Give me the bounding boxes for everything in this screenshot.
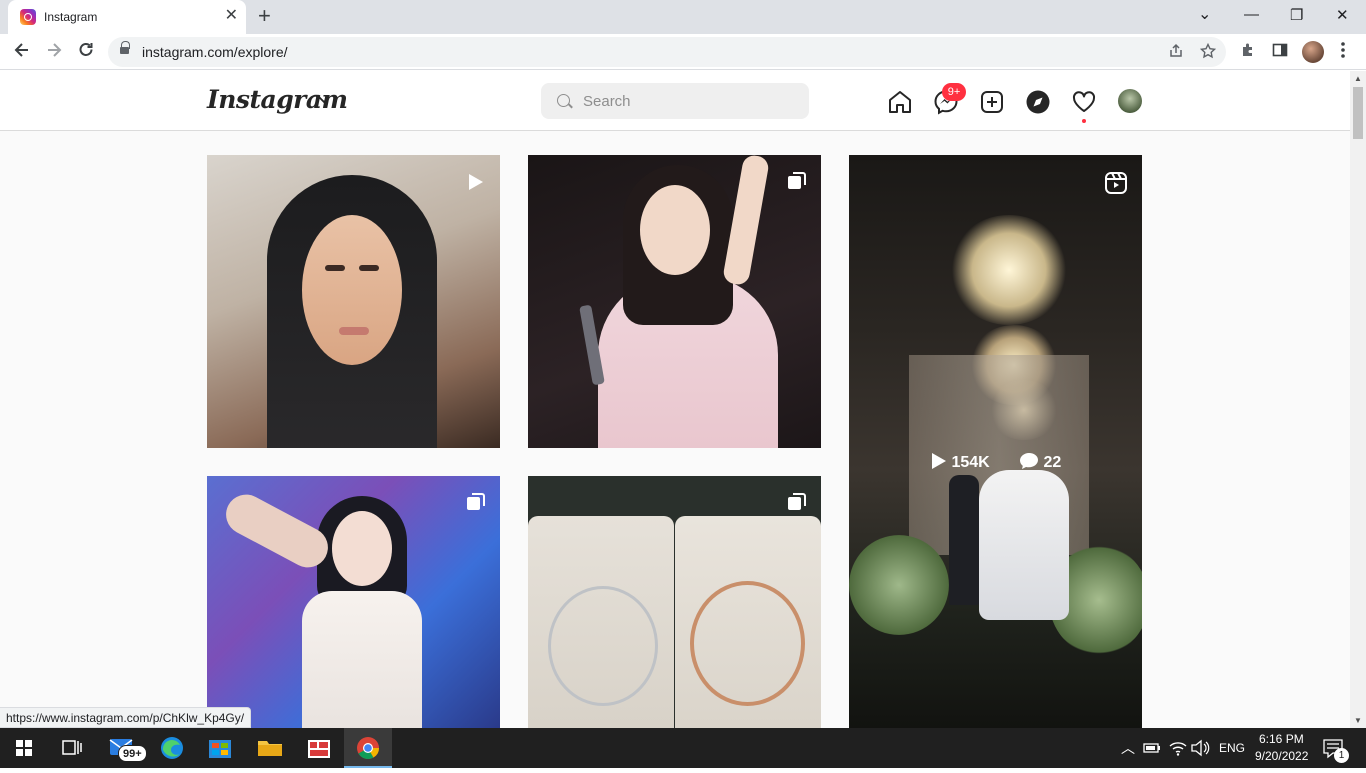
- link-status-bubble: https://www.instagram.com/p/ChKlw_Kp4Gy/: [0, 707, 252, 728]
- forward-icon[interactable]: [44, 40, 64, 65]
- browser-tab[interactable]: Instagram ✕: [8, 0, 246, 34]
- comments-count: 22: [1019, 452, 1061, 472]
- lock-icon[interactable]: [120, 41, 130, 56]
- restore-button[interactable]: ❐: [1290, 6, 1303, 24]
- explore-post-1[interactable]: [207, 155, 500, 448]
- clock-date[interactable]: 9/20/2022: [1255, 749, 1308, 763]
- start-button[interactable]: [0, 728, 48, 768]
- page-scrollbar[interactable]: ▲ ▼: [1350, 71, 1366, 728]
- views-count-label: 154K: [951, 454, 990, 471]
- scroll-down-arrow-icon[interactable]: ▼: [1354, 716, 1362, 725]
- scrollbar-thumb[interactable]: [1353, 87, 1363, 139]
- carousel-icon: [466, 492, 486, 517]
- chrome-taskbar-icon[interactable]: [344, 728, 392, 768]
- explore-post-4[interactable]: [207, 476, 500, 728]
- search-box[interactable]: [541, 83, 809, 119]
- share-icon[interactable]: [1168, 43, 1184, 63]
- views-count: 154K: [929, 452, 990, 472]
- reels-icon: [1104, 171, 1128, 200]
- explore-post-3[interactable]: 154K 22: [849, 155, 1142, 728]
- close-window-button[interactable]: ✕: [1336, 6, 1349, 24]
- carousel-icon: [787, 492, 807, 517]
- browser-tab-bar: Instagram ✕ + ⌄ — ❐ ✕: [0, 0, 1366, 34]
- task-view-icon[interactable]: [48, 728, 96, 768]
- mail-badge: 99+: [118, 745, 147, 762]
- tab-search-button[interactable]: ⌄: [1198, 4, 1211, 24]
- tab-title: Instagram: [44, 10, 98, 24]
- instagram-favicon-icon: [20, 9, 36, 25]
- search-icon: [557, 94, 570, 107]
- search-input[interactable]: [583, 83, 793, 119]
- carousel-icon: [787, 171, 807, 196]
- extensions-icon[interactable]: [1240, 42, 1256, 62]
- notifications-badge: 1: [1334, 748, 1349, 763]
- microsoft-store-icon[interactable]: [196, 728, 244, 768]
- reel-icon: [464, 171, 486, 198]
- chrome-menu-icon[interactable]: [1340, 41, 1346, 63]
- messages-badge: 9+: [942, 83, 966, 101]
- explore-post-2[interactable]: [528, 155, 821, 448]
- chrome-profile-avatar[interactable]: [1302, 41, 1324, 63]
- file-explorer-icon[interactable]: [246, 728, 294, 768]
- bookmark-star-icon[interactable]: [1199, 42, 1217, 63]
- close-tab-button[interactable]: ✕: [225, 7, 238, 25]
- edge-icon[interactable]: [148, 728, 196, 768]
- explore-compass-icon[interactable]: [1025, 89, 1051, 115]
- profile-avatar[interactable]: [1118, 89, 1142, 113]
- show-hidden-icons-icon[interactable]: ︿: [1121, 738, 1135, 758]
- comments-count-label: 22: [1043, 454, 1062, 471]
- mail-icon[interactable]: 99+: [98, 728, 147, 768]
- scroll-up-arrow-icon[interactable]: ▲: [1354, 74, 1362, 83]
- notifications-icon[interactable]: 1: [1316, 728, 1352, 768]
- back-icon[interactable]: [12, 40, 32, 65]
- address-bar[interactable]: instagram.com/explore/: [108, 37, 1226, 67]
- app-icon[interactable]: [296, 728, 344, 768]
- side-panel-icon[interactable]: [1272, 42, 1288, 62]
- new-tab-button[interactable]: +: [258, 5, 271, 27]
- instagram-header: Instagram 9+: [0, 71, 1350, 131]
- activity-heart-icon[interactable]: [1071, 89, 1097, 115]
- home-icon[interactable]: [887, 89, 913, 115]
- instagram-explore-page: Instagram 9+: [0, 71, 1350, 728]
- new-post-icon[interactable]: [979, 89, 1005, 115]
- activity-indicator: [1082, 119, 1086, 123]
- browser-toolbar: instagram.com/explore/: [0, 34, 1366, 70]
- clock-time[interactable]: 6:16 PM: [1259, 732, 1304, 746]
- battery-icon[interactable]: [1140, 728, 1164, 768]
- minimize-button[interactable]: —: [1244, 6, 1259, 23]
- explore-post-5[interactable]: [528, 476, 821, 728]
- language-indicator[interactable]: ENG: [1219, 741, 1245, 755]
- url-text[interactable]: instagram.com/explore/: [142, 44, 288, 60]
- wifi-icon[interactable]: [1166, 728, 1190, 768]
- volume-icon[interactable]: [1188, 728, 1212, 768]
- reload-icon[interactable]: [76, 40, 96, 65]
- windows-taskbar: 99+ ︿ ENG 6:16 PM 9/20/2022 1: [0, 728, 1366, 768]
- chevron-down-icon[interactable]: [318, 93, 330, 107]
